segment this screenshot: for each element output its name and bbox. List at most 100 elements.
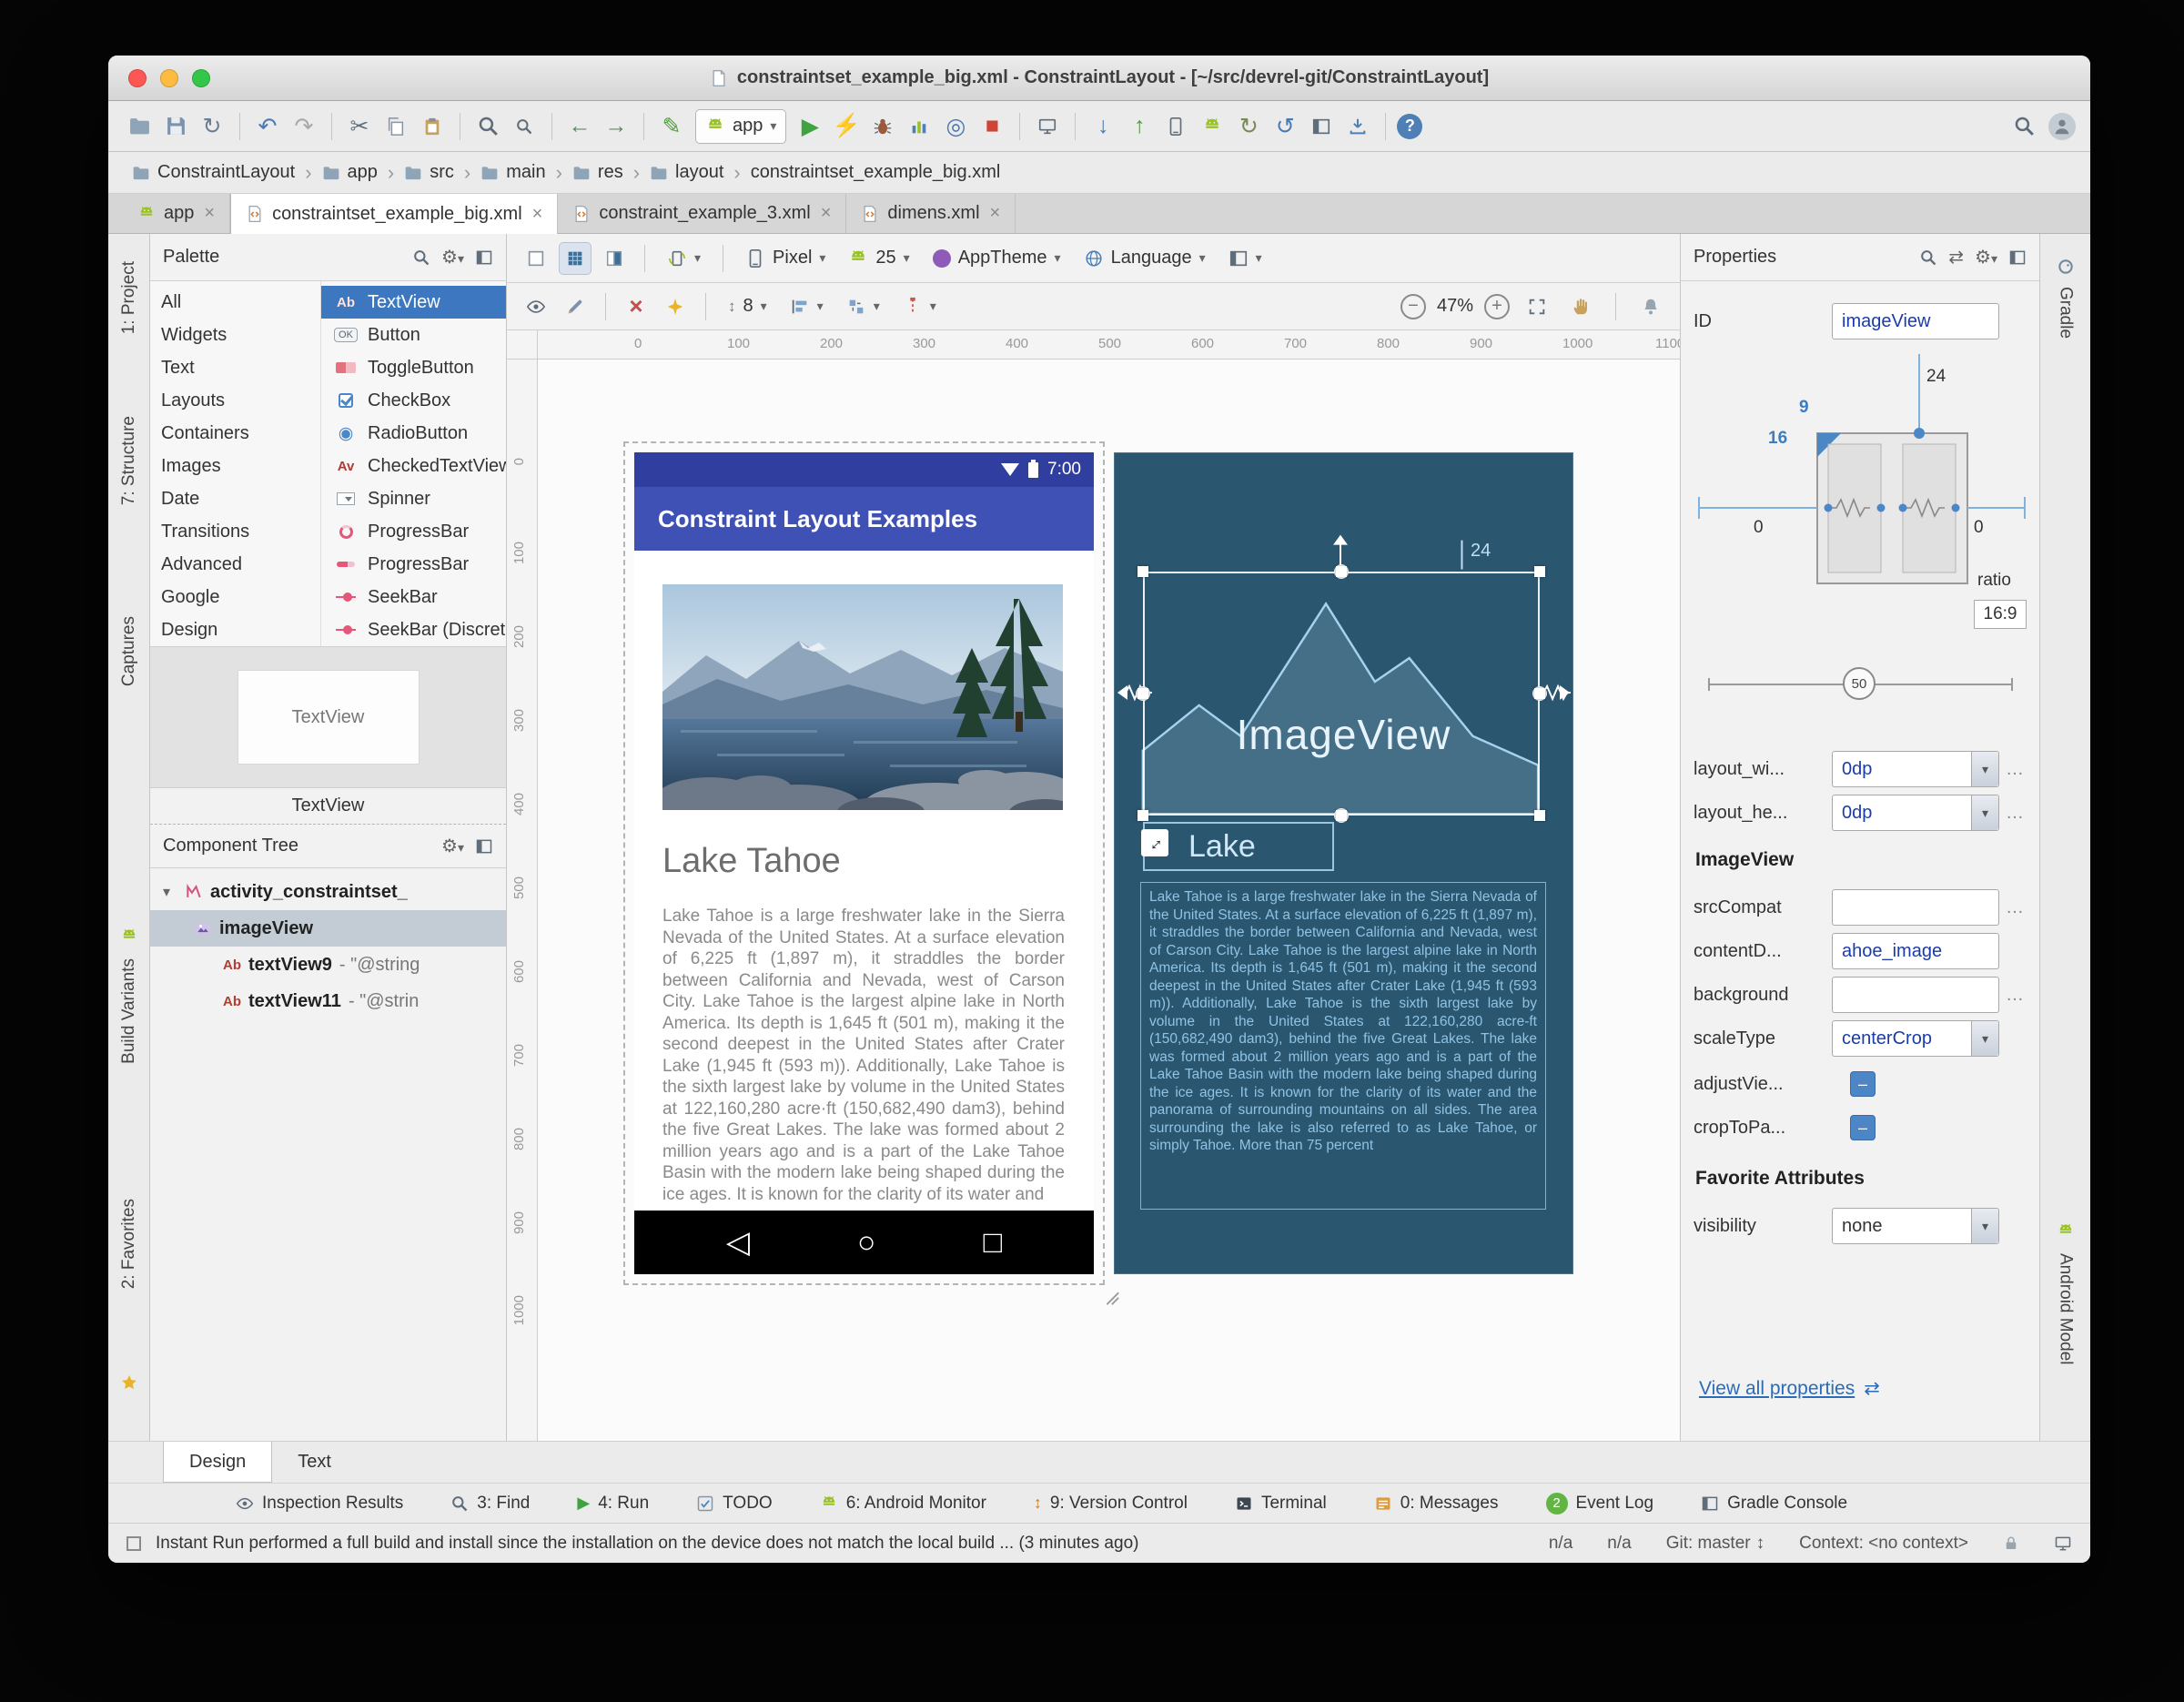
api-level-selector[interactable]: 25▾ [840,242,917,275]
constraint-inspector[interactable]: 24 9 16 0 0 ratio 16:9 [1690,347,2031,653]
tab-app[interactable]: app × [123,194,230,233]
srccompat-field[interactable] [1832,889,1999,926]
scaletype-select[interactable]: centerCrop▾ [1832,1020,1999,1057]
palette-category-widgets[interactable]: Widgets [150,319,320,351]
left-margin-zero[interactable]: 0 [1754,518,1764,538]
tab-dimens[interactable]: dimens.xml × [846,194,1016,233]
tree-item-imageview[interactable]: imageView [150,910,506,947]
toolwindow-project[interactable]: 1: Project [119,261,139,334]
gradle-sync-icon[interactable]: ↻ [1232,110,1265,143]
titlebar[interactable]: constraintset_example_big.xml - Constrai… [108,56,2090,101]
instant-run-icon[interactable]: ⚡ [830,110,863,143]
guideline-selector[interactable]: ▾ [895,290,945,323]
toolwindow-gradle-console[interactable]: Gradle Console [1701,1494,1847,1514]
debug-button[interactable] [866,110,899,143]
slider-knob[interactable]: 50 [1843,667,1876,700]
toolwindow-structure[interactable]: 7: Structure [119,416,139,505]
find-usages-button[interactable] [508,110,541,143]
background-field[interactable] [1832,977,1999,1013]
palette-item-progressbar[interactable]: ProgressBar [321,515,506,548]
design-preview-phone[interactable]: 7:00 Constraint Layout Examples [634,452,1094,1274]
zoom-to-fit-button[interactable] [1521,290,1553,323]
toolwindow-find[interactable]: 3: Find [450,1494,530,1514]
undo-icon[interactable]: ↶ [251,110,284,143]
palette-item-seekbar-discrete[interactable]: SeekBar (Discrete) [321,613,506,646]
orientation-selector[interactable]: ▾ [659,242,709,275]
layout-height-select[interactable]: 0dp▾ [1832,795,1999,831]
context-widget[interactable]: Context: <no context> [1799,1534,1968,1554]
forward-icon[interactable]: → [600,110,632,143]
textview-paragraph-blueprint[interactable]: Lake Tahoe is a large freshwater lake in… [1140,882,1546,1210]
palette-item-textview[interactable]: AbTextView [321,286,506,319]
resize-handle[interactable] [1534,810,1545,821]
palette-item-togglebutton[interactable]: ToggleButton [321,351,506,384]
layout-inspector-button[interactable] [1305,110,1338,143]
tab-constraint-example-3[interactable]: constraint_example_3.xml × [558,194,846,233]
panels-icon[interactable] [2008,248,2027,267]
align-selector[interactable]: ▾ [782,290,832,323]
cut-icon[interactable]: ✂ [343,110,376,143]
toolwindow-favorites[interactable]: 2: Favorites [119,1199,139,1289]
palette-item-seekbar[interactable]: SeekBar [321,581,506,613]
palette-category-containers[interactable]: Containers [150,417,320,450]
palette-item-spinner[interactable]: Spinner [321,482,506,515]
toolwindow-event-log[interactable]: 2Event Log [1546,1493,1654,1515]
chevron-down-icon[interactable]: ▾ [1971,795,1998,830]
zoom-window-button[interactable] [192,69,210,87]
chevron-down-icon[interactable]: ▾ [1971,752,1998,786]
split-mode-icon[interactable] [598,242,631,275]
run-icon[interactable]: ▶ [794,110,826,143]
layout-variant-selector[interactable]: ▾ [1220,242,1270,275]
theme-selector[interactable]: AppTheme▾ [925,242,1069,275]
run-configuration-selector[interactable]: app ▾ [695,109,786,144]
tab-text[interactable]: Text [272,1442,357,1483]
stop-icon[interactable]: ■ [976,110,1008,143]
palette-category-transitions[interactable]: Transitions [150,515,320,548]
contentdescription-field[interactable]: ahoe_image [1832,933,1999,969]
palette-category-images[interactable]: Images [150,450,320,482]
more-button[interactable]: … [2003,803,2027,824]
git-branch-widget[interactable]: Git: master↕ [1666,1534,1764,1554]
tab-design[interactable]: Design [163,1442,272,1483]
install-button[interactable] [1341,110,1374,143]
toolwindow-android-monitor[interactable]: 6: Android Monitor [820,1494,986,1514]
edit-run-config-icon[interactable]: ✎ [655,110,688,143]
paste-button[interactable] [416,110,449,143]
search-icon[interactable] [1919,248,1937,267]
notifications-button[interactable] [1634,290,1667,323]
breadcrumb-file[interactable]: constraintset_example_big.xml [747,162,1005,183]
resize-handle[interactable] [1336,810,1347,821]
palette-category-advanced[interactable]: Advanced [150,548,320,581]
open-button[interactable] [123,110,156,143]
lock-icon[interactable] [2003,1535,2019,1552]
save-button[interactable] [159,110,192,143]
infer-constraints-button[interactable] [659,290,692,323]
panels-icon[interactable] [475,837,493,856]
browse-button[interactable]: … [2003,897,2027,918]
design-mode-icon[interactable] [520,242,552,275]
more-button[interactable]: … [2003,759,2027,780]
palette-item-checkbox[interactable]: CheckBox [321,384,506,417]
breadcrumb-app[interactable]: app [318,162,381,183]
show-constraints-button[interactable] [520,290,552,323]
palette-item-radiobutton[interactable]: ◉RadioButton [321,417,506,450]
star-icon[interactable] [120,1373,138,1392]
palette-category-all[interactable]: All [150,286,320,319]
horizontal-bias-slider[interactable]: 50 [1708,665,2013,705]
copy-button[interactable] [379,110,412,143]
gear-icon[interactable]: ⚙▾ [441,246,464,268]
palette-category-date[interactable]: Date [150,482,320,515]
toolwindow-todo[interactable]: TODO [696,1494,773,1514]
view-all-properties-link[interactable]: View all properties ⇄ [1699,1377,1880,1400]
pack-selector[interactable]: ▾ [838,290,888,323]
palette-category-design[interactable]: Design [150,613,320,646]
close-icon[interactable]: × [204,203,215,224]
palette-item-progressbar-horizontal[interactable]: ProgressBar [321,548,506,581]
palette-category-layouts[interactable]: Layouts [150,384,320,417]
coverage-icon[interactable]: ◎ [939,110,972,143]
autoconnect-button[interactable] [559,290,592,323]
ratio-field[interactable]: 16:9 [1974,600,2027,629]
search-icon[interactable] [412,248,430,267]
lake-tahoe-photo[interactable] [662,584,1063,810]
tree-item-textview11[interactable]: Ab textView11 - "@strin [150,983,506,1019]
